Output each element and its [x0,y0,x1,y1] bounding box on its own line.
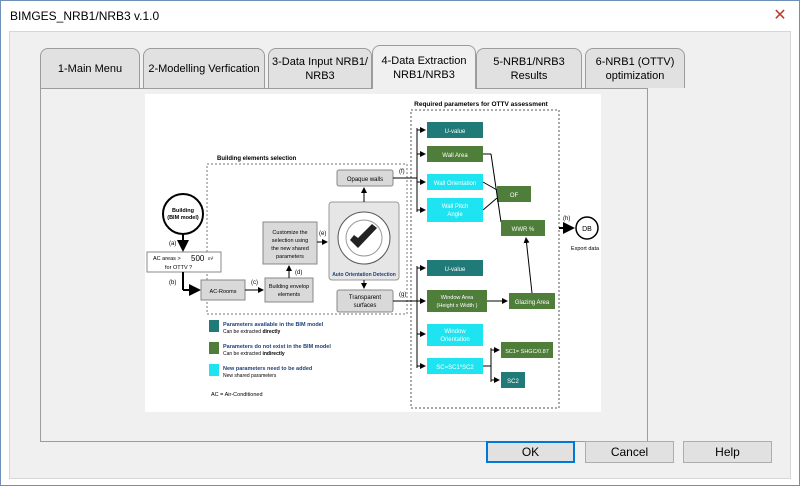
building-label: Building [172,208,194,214]
legend-indirect-title: Parameters do not exist in the BIM model [223,344,331,350]
ac-note: AC = Air-Conditioned [211,392,263,398]
export-label: Export data [571,246,600,252]
envelope-box [264,277,314,303]
transparent-label: Transparent [349,295,381,301]
tab-label: 1-Main Menu [57,62,123,75]
tab-label: 2-Modelling Verfication [148,62,260,75]
close-icon[interactable]: ✕ [769,5,791,27]
link-pitch-of [482,197,498,211]
legend-swatch-new [209,364,219,376]
glazing-area-label: Glazing Area [515,300,550,306]
window-area-sublabel: (Height x Width ) [437,303,478,309]
of-label: OF [510,193,519,199]
customize-line-1: Customize the [272,230,307,236]
figure-heading: Required parameters for OTTV assessment [414,101,548,108]
auto-orientation-label: Auto Orientation Detection [332,272,396,278]
section-label: Building elements selection [217,156,297,162]
tab-modelling-verification[interactable]: 2-Modelling Verfication [143,48,265,88]
step-d-label: (d) [295,270,302,276]
building-node [162,193,204,235]
legend-direct-sub: Can be extracted directly [223,329,280,335]
u-value-label-2: U-value [445,267,466,273]
tab-optimization[interactable]: 6-NRB1 (OTTV) optimization [585,48,685,88]
tab-main-menu[interactable]: 1-Main Menu [40,48,140,88]
ac-rooms-label: AC-Rooms [210,289,237,295]
dialog-client: 1-Main Menu 2-Modelling Verfication 3-Da… [9,31,791,479]
step-h-label: (h) [563,216,570,222]
window-area-label: Window Area [441,295,474,301]
opaque-walls-label: Opaque walls [347,177,383,183]
cancel-button[interactable]: Cancel [585,441,674,463]
window-orientation-label: Window [444,329,466,335]
ac-check-text-2: for OTTV ? [165,265,192,271]
envelope-sublabel: elements [278,292,301,298]
window-title: BIMGES_NRB1/NRB3 v.1.0 [10,9,160,23]
building-sublabel: (BIM model) [167,215,199,221]
transparent-sublabel: surfaces [354,303,377,309]
ottv-workflow-figure: Required parameters for OTTV assessment … [145,94,601,412]
step-f-label: (f) [399,169,405,175]
ac-threshold: 500 [191,254,205,263]
tab-label: 6-NRB1 (OTTV) optimization [595,55,675,82]
legend-new-sub: New shared parameters [223,373,277,379]
customize-line-4: parameters [276,254,304,260]
tab-results[interactable]: 5-NRB1/NRB3 Results [476,48,582,88]
title-bar: BIMGES_NRB1/NRB3 v.1.0 ✕ [1,1,799,31]
customize-line-3: the new shared [271,246,309,252]
ok-button[interactable]: OK [486,441,575,463]
sc-label: SC=SC1*SC2 [436,365,474,371]
arrow-glazing-wwr [523,237,533,294]
db-label: DB [582,226,592,233]
window-orientation-sublabel: Orientation [440,337,469,343]
ac-unit: m² [208,256,214,261]
ac-check-text: AC areas > [153,256,181,262]
step-a-label: (a) [169,241,176,247]
wall-area-label: Wall Area [442,153,468,159]
step-c-label: (c) [251,280,258,286]
legend-swatch-indirect [209,342,219,354]
workflow-diagram: Required parameters for OTTV assessment … [146,101,600,409]
step-e-label: (e) [319,231,326,237]
legend-direct-title: Parameters available in the BIM model [223,322,324,328]
sc1-label: SC1= SHGC/0.87 [505,349,549,355]
step-g-label: (g) [399,292,406,298]
legend-indirect-sub: Can be extracted indirectly [223,351,285,357]
tab-label: 5-NRB1/NRB3 Results [493,55,565,82]
legend-swatch-direct [209,320,219,332]
wwr-label: WWR % [512,227,535,233]
tab-data-extraction[interactable]: 4-Data Extraction NRB1/NRB3 [372,45,476,89]
step-b-label: (b) [169,280,176,286]
customize-line-2: selection using [272,238,308,244]
sc2-label: SC2 [507,379,519,385]
legend-new-title: New parameters need to be added [223,366,312,372]
wall-pitch-box [427,198,483,222]
tab-label: 3-Data Input NRB1/NRB3 [272,55,368,82]
help-button[interactable]: Help [683,441,772,463]
wall-pitch-sublabel: Angle [447,212,463,218]
envelope-label: Building envelop [269,284,309,290]
tab-data-input[interactable]: 3-Data Input NRB1/NRB3 [268,48,372,88]
wall-pitch-label: Wall Pitch [442,204,468,210]
u-value-label-1: U-value [445,129,466,135]
wall-orientation-label: Wall Orientation [434,181,476,187]
app-window: BIMGES_NRB1/NRB3 v.1.0 ✕ 1-Main Menu 2-M… [0,0,800,486]
tab-label: 4-Data Extraction NRB1/NRB3 [381,54,467,81]
